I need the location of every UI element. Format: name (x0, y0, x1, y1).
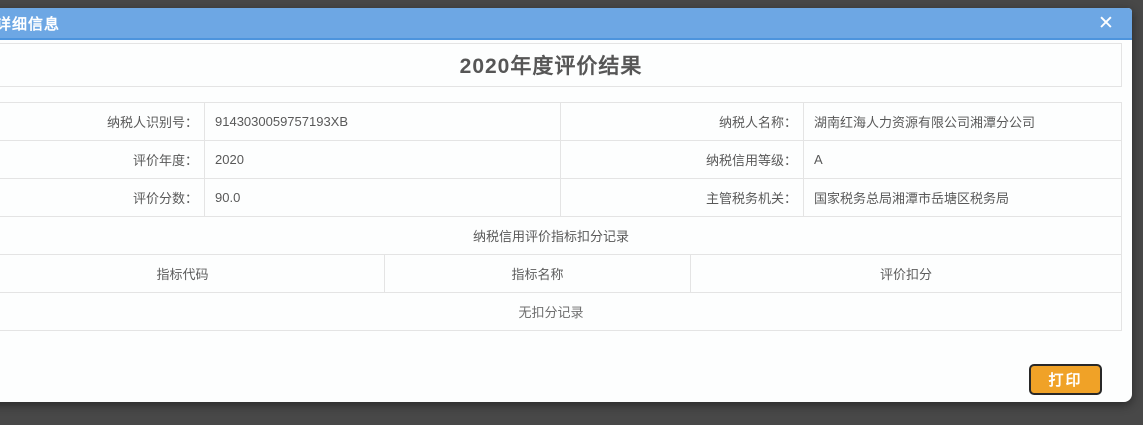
detail-dialog: 详细信息 ✕ 2020年度评价结果 纳税人识别号： 91430300597571… (0, 8, 1132, 402)
taxpayer-id-value: 9143030059757193XB (205, 103, 561, 141)
deduction-empty-row: 无扣分记录 (0, 293, 1122, 331)
taxpayer-id-label: 纳税人识别号： (0, 103, 205, 141)
eval-year-value: 2020 (205, 141, 561, 179)
close-button[interactable]: ✕ (1094, 11, 1118, 35)
credit-level-label: 纳税信用等级： (561, 141, 804, 179)
print-button[interactable]: 打印 (1029, 364, 1102, 395)
col-indicator-name: 指标名称 (385, 255, 691, 293)
table-row: 评价年度： 2020 纳税信用等级： A (0, 141, 1122, 179)
col-deduction-points: 评价扣分 (691, 255, 1122, 293)
eval-score-value: 90.0 (205, 179, 561, 217)
result-heading-box: 2020年度评价结果 (0, 43, 1122, 87)
table-row: 评价分数： 90.0 主管税务机关： 国家税务总局湘潭市岳塘区税务局 (0, 179, 1122, 217)
taxpayer-name-label: 纳税人名称： (561, 103, 804, 141)
dialog-body: 2020年度评价结果 纳税人识别号： 9143030059757193XB 纳税… (0, 40, 1132, 400)
close-icon: ✕ (1098, 12, 1114, 34)
col-indicator-code: 指标代码 (0, 255, 385, 293)
dialog-title: 详细信息 (0, 13, 1094, 34)
result-info-table: 纳税人识别号： 9143030059757193XB 纳税人名称： 湖南红海人力… (0, 102, 1122, 255)
eval-year-label: 评价年度： (0, 141, 205, 179)
taxpayer-name-value: 湖南红海人力资源有限公司湘潭分公司 (804, 103, 1122, 141)
tax-authority-value: 国家税务总局湘潭市岳塘区税务局 (804, 179, 1122, 217)
tax-authority-label: 主管税务机关： (561, 179, 804, 217)
modal-overlay: 详细信息 ✕ 2020年度评价结果 纳税人识别号： 91430300597571… (0, 0, 1143, 425)
table-row: 纳税信用评价指标扣分记录 (0, 217, 1122, 255)
dialog-titlebar: 详细信息 ✕ (0, 8, 1132, 40)
table-row: 纳税人识别号： 9143030059757193XB 纳税人名称： 湖南红海人力… (0, 103, 1122, 141)
deduction-header-row: 指标代码 指标名称 评价扣分 (0, 255, 1122, 293)
result-heading: 2020年度评价结果 (460, 50, 643, 80)
eval-score-label: 评价分数： (0, 179, 205, 217)
deduction-section-title: 纳税信用评价指标扣分记录 (0, 217, 1122, 255)
no-deduction-record: 无扣分记录 (0, 293, 1122, 331)
credit-level-value: A (804, 141, 1122, 179)
deduction-table: 指标代码 指标名称 评价扣分 无扣分记录 (0, 254, 1122, 331)
